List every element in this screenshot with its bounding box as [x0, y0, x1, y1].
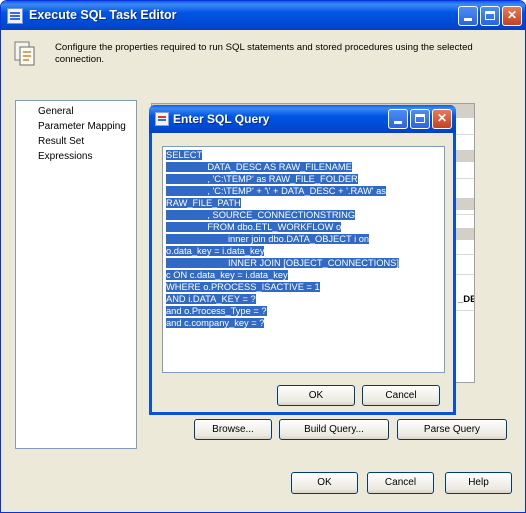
- browse-button[interactable]: Browse...: [194, 419, 272, 440]
- close-button[interactable]: ✕: [502, 6, 522, 26]
- sql-line: AND i.DATA_KEY = ?: [166, 294, 256, 304]
- title-bar[interactable]: Execute SQL Task Editor ✕: [1, 1, 525, 30]
- dialog-minimize-button[interactable]: [388, 109, 408, 129]
- minimize-button[interactable]: [458, 6, 478, 26]
- sql-line: SELECT: [166, 150, 203, 160]
- query-icon: [155, 112, 169, 126]
- dialog-title: Enter SQL Query: [173, 112, 270, 126]
- sql-query-textarea[interactable]: SELECT DATA_DESC AS RAW_FILENAME , 'C:\T…: [162, 146, 445, 373]
- sql-line: RAW_FILE_PATH: [166, 198, 241, 208]
- sql-line: , SOURCE_CONNECTIONSTRING: [166, 210, 356, 220]
- nav-item-general[interactable]: General: [38, 106, 74, 117]
- window-title: Execute SQL Task Editor: [29, 8, 177, 22]
- maximize-icon: [485, 11, 495, 20]
- ok-button[interactable]: OK: [291, 472, 358, 494]
- dialog-ok-button[interactable]: OK: [277, 385, 355, 406]
- execute-sql-task-editor-window: Execute SQL Task Editor ✕ Configure the …: [0, 0, 526, 513]
- sql-line: o.data_key = i.data_key: [166, 246, 265, 256]
- dialog-close-button[interactable]: ✕: [432, 109, 452, 129]
- parse-query-button[interactable]: Parse Query: [397, 419, 507, 440]
- sql-line: FROM dbo.ETL_WORKFLOW o: [166, 222, 342, 232]
- enter-sql-query-dialog: Enter SQL Query ✕ SELECT DATA_DESC AS RA…: [149, 105, 456, 415]
- dialog-title-bar[interactable]: Enter SQL Query ✕: [149, 105, 456, 133]
- sql-line: and c.company_key = ?: [166, 318, 265, 328]
- task-icon: [14, 41, 35, 66]
- sql-line: DATA_DESC AS RAW_FILENAME: [166, 162, 352, 172]
- nav-item-expressions[interactable]: Expressions: [38, 151, 92, 162]
- sql-line: and o.Process_Type = ?: [166, 306, 267, 316]
- close-icon: ✕: [436, 111, 448, 125]
- sql-line: , 'C:\TEMP' + '\' + DATA_DESC + '.RAW' a…: [166, 186, 386, 196]
- nav-item-result-set[interactable]: Result Set: [38, 136, 84, 147]
- sql-line: c ON c.data_key = i.data_key: [166, 270, 288, 280]
- close-icon: ✕: [506, 8, 518, 22]
- maximize-icon: [415, 114, 425, 123]
- header-description: Configure the properties required to run…: [55, 42, 473, 65]
- minimize-icon: [464, 18, 472, 21]
- sql-line: WHERE o.PROCESS_ISACTIVE = 1: [166, 282, 320, 292]
- dialog-maximize-button[interactable]: [410, 109, 430, 129]
- sql-line: inner join dbo.DATA_OBJECT i on: [166, 234, 370, 244]
- sql-statement-value-peek: _DESC AS R: [458, 294, 474, 305]
- build-query-button[interactable]: Build Query...: [279, 419, 389, 440]
- nav-list: General Parameter Mapping Result Set Exp…: [15, 100, 137, 449]
- cancel-button[interactable]: Cancel: [367, 472, 434, 494]
- maximize-button[interactable]: [480, 6, 500, 26]
- nav-item-parameter-mapping[interactable]: Parameter Mapping: [38, 121, 126, 132]
- sql-line: , 'C:\TEMP' as RAW_FILE_FOLDER: [166, 174, 358, 184]
- app-icon: [7, 8, 23, 24]
- help-button[interactable]: Help: [445, 472, 512, 494]
- sql-line: INNER JOIN [OBJECT_CONNECTIONS]: [166, 258, 399, 268]
- dialog-cancel-button[interactable]: Cancel: [362, 385, 440, 406]
- minimize-icon: [394, 121, 402, 124]
